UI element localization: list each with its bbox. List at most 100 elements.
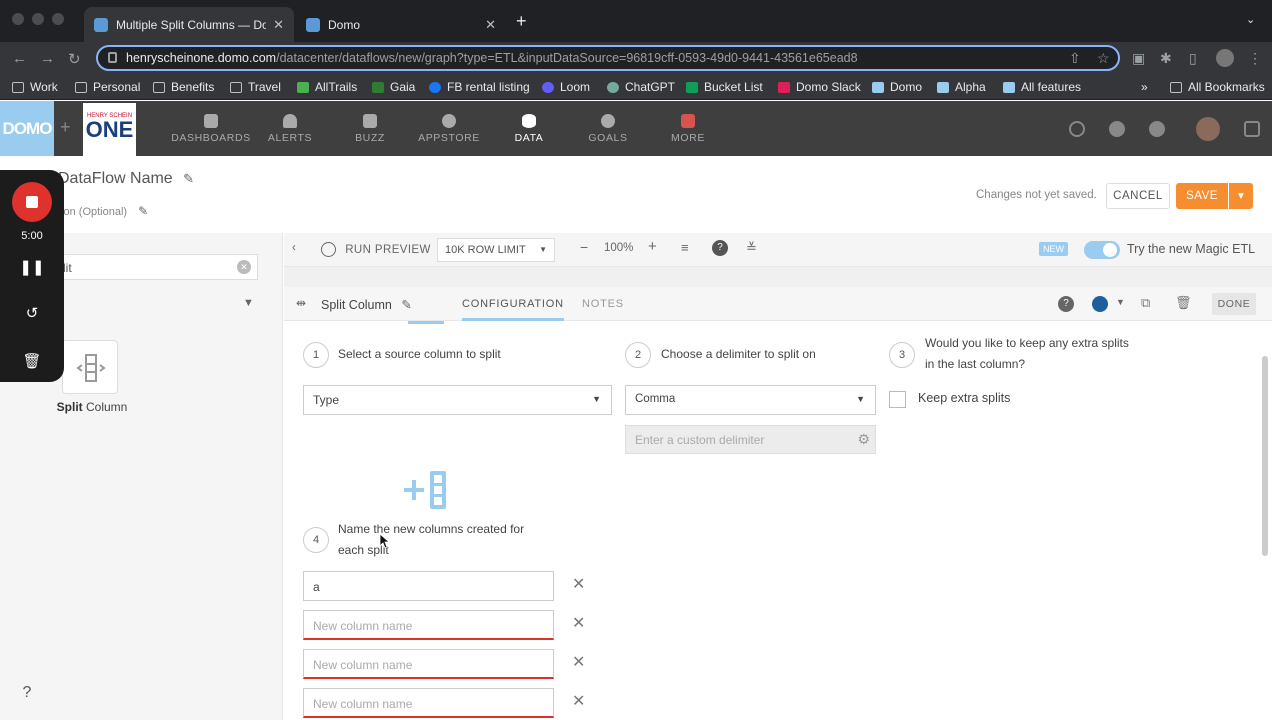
new-column-name-input[interactable]: New column name (303, 688, 554, 718)
all-bookmarks[interactable]: All Bookmarks (1170, 80, 1265, 94)
help-question-icon[interactable]: ? (14, 680, 40, 706)
close-tab-icon[interactable]: ✕ (273, 17, 284, 33)
add-column-icon[interactable] (404, 471, 452, 509)
forward-arrow-icon[interactable]: → (40, 50, 55, 67)
url-field[interactable]: henryscheinone.domo.com/datacenter/dataf… (96, 45, 1120, 71)
tab-configuration[interactable]: CONFIGURATION (462, 298, 564, 321)
bookmark-loom[interactable]: Loom (542, 80, 590, 94)
new-column-name-input[interactable]: New column name (303, 649, 554, 679)
bookmark-folder-travel[interactable]: Travel (230, 80, 281, 94)
pencil-icon[interactable]: ✎ (183, 171, 194, 186)
nav-dashboards[interactable]: DASHBOARDS (171, 101, 251, 156)
profile-avatar[interactable] (1216, 49, 1234, 67)
bookmark-gaia[interactable]: Gaia (372, 80, 415, 94)
henry-schein-one-logo[interactable]: HENRY SCHEIN ONE (83, 103, 136, 156)
dataflow-description[interactable]: tion (Optional) ✎ (58, 204, 148, 218)
search-icon[interactable] (1069, 121, 1085, 137)
bookmark-all-features[interactable]: All features (1003, 80, 1081, 94)
stop-recording-button[interactable] (12, 182, 52, 222)
save-dropdown-chevron-icon[interactable]: ▼ (1229, 183, 1253, 209)
remove-column-icon[interactable]: ✕ (572, 691, 585, 711)
collapse-panel-chevron-icon[interactable]: ‹ (292, 242, 296, 254)
settings-sliders-icon[interactable]: ≡ (681, 240, 689, 255)
tile-color-picker[interactable] (1092, 296, 1108, 312)
extension-icon[interactable]: ▣ (1132, 50, 1145, 67)
restart-icon[interactable]: ↺ (0, 304, 64, 322)
maximize-window-dot[interactable] (52, 13, 64, 25)
bookmark-fb-rental[interactable]: FB rental listing (429, 80, 530, 94)
chat-icon[interactable] (1244, 121, 1260, 137)
nav-appstore[interactable]: APPSTORE (409, 101, 489, 156)
more-bookmarks-icon[interactable]: » (1141, 80, 1148, 94)
done-button[interactable]: DONE (1212, 293, 1256, 315)
remove-column-icon[interactable]: ✕ (572, 652, 585, 672)
bookmark-bucket-list[interactable]: Bucket List (686, 80, 763, 94)
bookmark-domo-slack[interactable]: Domo Slack (778, 80, 861, 94)
chevron-down-icon[interactable]: ▼ (1116, 297, 1125, 307)
remove-column-icon[interactable]: ✕ (572, 574, 585, 594)
puzzle-icon[interactable]: ✱ (1160, 50, 1172, 67)
trash-icon[interactable]: 🗑 (0, 352, 64, 370)
nav-buzz[interactable]: BUZZ (330, 101, 410, 156)
bookmark-folder-benefits[interactable]: Benefits (153, 80, 214, 94)
close-window-dot[interactable] (12, 13, 24, 25)
back-arrow-icon[interactable]: ← (12, 50, 27, 67)
bookmark-chatgpt[interactable]: ChatGPT (607, 80, 675, 94)
kebab-menu-icon[interactable]: ⋮ (1248, 50, 1262, 67)
run-preview-button[interactable]: RUN PREVIEW (321, 242, 431, 257)
new-tab-icon[interactable]: + (516, 11, 527, 32)
tile-name[interactable]: Split Column ✎ (321, 297, 412, 312)
bookmark-star-icon[interactable]: ☆ (1097, 50, 1110, 67)
sidepanel-icon[interactable]: ▯ (1189, 50, 1197, 67)
add-icon[interactable]: + (60, 117, 71, 138)
pause-icon[interactable]: ❚❚ (0, 258, 64, 276)
new-column-name-input[interactable]: a (303, 571, 554, 601)
duplicate-icon[interactable]: ⧉ (1141, 295, 1150, 311)
chevron-down-icon[interactable]: ▼ (243, 297, 254, 309)
user-avatar[interactable] (1196, 117, 1220, 141)
help-icon[interactable] (1149, 121, 1165, 137)
validate-icon[interactable]: ≚ (746, 240, 757, 256)
bookmark-folder-personal[interactable]: Personal (75, 80, 140, 94)
reload-icon[interactable]: ↻ (68, 50, 81, 68)
tab-notes[interactable]: NOTES (582, 298, 624, 310)
split-column-tile[interactable] (62, 340, 118, 394)
minimize-window-dot[interactable] (32, 13, 44, 25)
pencil-icon[interactable]: ✎ (401, 298, 411, 312)
pencil-icon[interactable]: ✎ (138, 204, 148, 218)
tile-search-input[interactable]: lit (58, 254, 258, 280)
gear-icon[interactable]: ⚙ (857, 431, 870, 448)
remove-column-icon[interactable]: ✕ (572, 613, 585, 633)
add-circle-icon[interactable] (1109, 121, 1125, 137)
zoom-out-icon[interactable]: − (580, 239, 588, 255)
source-column-select[interactable]: Type ▼ (303, 385, 612, 415)
delete-icon[interactable]: 🗑 (1175, 295, 1192, 311)
new-column-name-input[interactable]: New column name (303, 610, 554, 640)
bookmark-alltrails[interactable]: AllTrails (297, 80, 357, 94)
nav-goals[interactable]: GOALS (568, 101, 648, 156)
nav-data[interactable]: DATA (489, 101, 569, 156)
magic-etl-toggle[interactable] (1084, 241, 1120, 259)
bookmark-alpha[interactable]: Alpha (937, 80, 986, 94)
row-limit-select[interactable]: 10K ROW LIMIT ▼ (437, 238, 555, 262)
bookmark-folder-work[interactable]: Work (12, 80, 58, 94)
save-button[interactable]: SAVE (1176, 183, 1228, 209)
help-icon[interactable]: ? (1058, 296, 1074, 312)
nav-more[interactable]: MORE (648, 101, 728, 156)
domo-logo[interactable]: DOMO (0, 101, 54, 156)
browser-tab[interactable]: Domo ✕ (296, 7, 506, 42)
scrollbar[interactable] (1262, 356, 1268, 556)
tab-search-chevron-icon[interactable]: ⌄ (1246, 13, 1255, 26)
nav-alerts[interactable]: ALERTS (250, 101, 330, 156)
dataflow-name[interactable]: DataFlow Name ✎ (58, 170, 194, 188)
browser-tab-active[interactable]: Multiple Split Columns — Dom ✕ (84, 7, 294, 42)
share-icon[interactable]: ⇧ (1069, 50, 1081, 67)
help-icon[interactable]: ? (712, 240, 728, 256)
custom-delimiter-input[interactable]: Enter a custom delimiter ⚙ (625, 425, 876, 454)
bookmark-domo[interactable]: Domo (872, 80, 922, 94)
clear-search-icon[interactable]: ✕ (237, 260, 251, 274)
zoom-in-icon[interactable]: + (648, 238, 657, 255)
close-tab-icon[interactable]: ✕ (485, 17, 496, 33)
delimiter-select[interactable]: Comma ▼ (625, 385, 876, 415)
cancel-button[interactable]: CANCEL (1106, 183, 1170, 209)
